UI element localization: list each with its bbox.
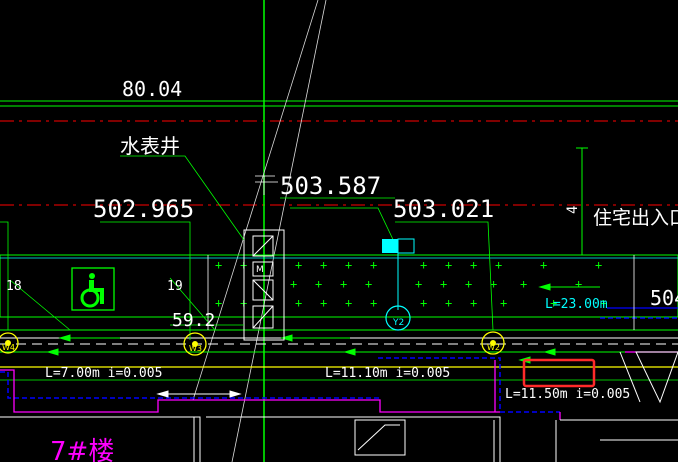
label-elevation-left: 502.965 [93,195,194,223]
label-number-left: 18 [6,279,22,294]
svg-text:+: + [440,277,447,291]
label-pipe-right: L=11.50m i=0.005 [505,387,630,402]
svg-text:+: + [420,258,427,272]
svg-text:+: + [215,258,222,272]
label-length-right: L=23.00m [545,297,608,312]
label-water-meter-well: 水表井 [120,134,180,158]
svg-text:+: + [445,258,452,272]
label-residential-exit: 住宅出入口 [593,207,678,229]
node-label-w2: W2 [487,343,500,352]
valve-flag-filled [382,239,398,253]
svg-text:+: + [540,258,547,272]
svg-text:+: + [575,277,582,291]
svg-text:+: + [445,296,452,310]
svg-text:+: + [370,296,377,310]
svg-text:+: + [595,258,602,272]
svg-text:+: + [345,296,352,310]
label-dim-top: 80.04 [122,77,182,101]
svg-text:+: + [500,296,507,310]
svg-text:+: + [215,296,222,310]
label-elevation-right: 503.021 [393,195,494,223]
node-label-y2: Y2 [392,318,404,328]
svg-text:+: + [370,258,377,272]
svg-text:+: + [415,277,422,291]
label-number-right-edge: 504 [650,286,678,310]
svg-text:+: + [340,277,347,291]
svg-text:+: + [315,277,322,291]
svg-text:+: + [465,277,472,291]
label-building: 7#楼 [50,437,114,462]
label-small-value: 59.2 [172,310,215,331]
svg-text:+: + [320,258,327,272]
label-elevation-center: 503.587 [280,172,381,200]
svg-text:+: + [290,277,297,291]
meter-letter-m: M [256,265,264,275]
svg-text:+: + [345,258,352,272]
node-label-w3: W3 [189,344,202,353]
dimension-mark: 4 [565,206,581,214]
svg-text:+: + [520,277,527,291]
svg-text:+: + [470,258,477,272]
label-pipe-center: L=11.10m i=0.005 [325,366,450,381]
label-number-center: 19 [167,279,183,294]
label-pipe-left: L=7.00m i=0.005 [45,366,162,381]
svg-text:+: + [470,296,477,310]
svg-text:+: + [495,258,502,272]
cad-drawing-canvas: 4 + + + + + + + + + + + + + + + + + + + + + + + + + + + + + + + + ++ [0,0,678,462]
svg-text:+: + [365,277,372,291]
svg-text:+: + [295,296,302,310]
svg-text:+: + [320,296,327,310]
svg-text:+: + [420,296,427,310]
svg-text:+: + [295,258,302,272]
node-label-w4: W4 [2,343,15,352]
